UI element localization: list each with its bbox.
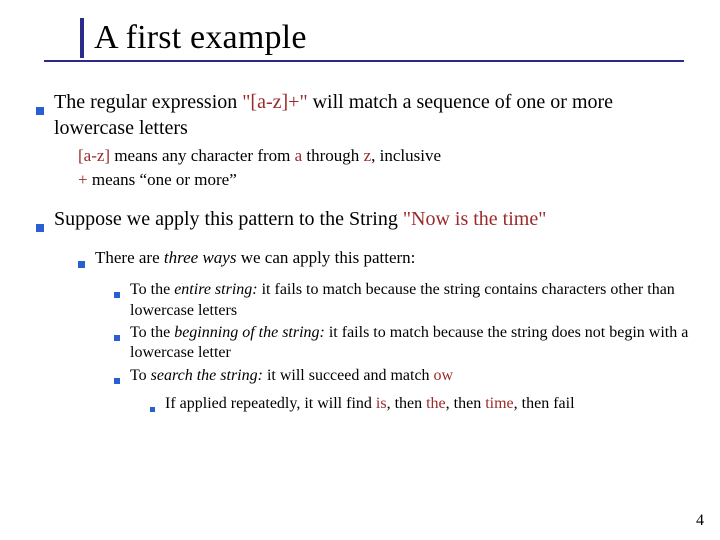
text: To the xyxy=(130,281,174,298)
text: If applied repeatedly, it will find xyxy=(165,395,376,412)
code-literal: + xyxy=(78,170,88,189)
text: To the xyxy=(130,324,174,341)
bullet-2-text: Suppose we apply this pattern to the Str… xyxy=(54,207,692,233)
bullet-1-text: The regular expression "[a-z]+" will mat… xyxy=(54,90,692,141)
text: we can apply this pattern: xyxy=(236,248,415,267)
page-number: 4 xyxy=(696,512,704,530)
title-accent-bar xyxy=(80,18,84,58)
code-literal: time xyxy=(485,395,513,412)
code-literal: z xyxy=(364,146,372,165)
bullet-1a: [a-z] means any character from a through… xyxy=(78,145,692,167)
square-bullet-icon xyxy=(36,107,44,115)
square-bullet-icon xyxy=(36,224,44,232)
square-bullet-icon xyxy=(78,261,85,268)
text: , then fail xyxy=(514,395,575,412)
square-bullet-icon xyxy=(114,335,120,341)
text: There are xyxy=(95,248,164,267)
text: The regular expression xyxy=(54,91,242,113)
text: means “one or more” xyxy=(88,170,237,189)
text: through xyxy=(302,146,363,165)
bullet-2a1: To the entire string: it fails to match … xyxy=(114,280,692,321)
bullet-2a3i: If applied repeatedly, it will find is, … xyxy=(150,394,692,420)
text-emph: entire string: xyxy=(174,281,257,298)
text: To xyxy=(130,367,151,384)
text: means any character from xyxy=(110,146,295,165)
square-bullet-icon xyxy=(150,407,155,412)
code-literal: "Now is the time" xyxy=(403,208,547,230)
bullet-2a2: To the beginning of the string: it fails… xyxy=(114,323,692,364)
text-emph: beginning of the string: xyxy=(174,324,325,341)
text: Suppose we apply this pattern to the Str… xyxy=(54,208,403,230)
bullet-1: The regular expression "[a-z]+" will mat… xyxy=(36,90,692,191)
text-emph: search the string: xyxy=(151,367,263,384)
bullet-1b: + means “one or more” xyxy=(78,169,692,191)
slide: A first example The regular expression "… xyxy=(0,0,720,540)
code-literal: "[a-z]+" xyxy=(242,91,307,113)
bullet-1-sub: [a-z] means any character from a through… xyxy=(78,145,692,191)
title-underline xyxy=(44,60,684,62)
text: , then xyxy=(387,395,427,412)
text: , inclusive xyxy=(371,146,441,165)
bullet-2a: There are three ways we can apply this p… xyxy=(78,247,692,421)
text-emph: three ways xyxy=(164,248,237,267)
slide-content: The regular expression "[a-z]+" will mat… xyxy=(36,90,692,421)
code-literal: the xyxy=(426,395,446,412)
code-literal: ow xyxy=(434,367,454,384)
text: , then xyxy=(446,395,486,412)
text: it will succeed and match xyxy=(263,367,434,384)
bullet-2a-text: There are three ways we can apply this p… xyxy=(95,247,415,269)
code-literal: is xyxy=(376,395,387,412)
title-block: A first example xyxy=(80,18,692,58)
square-bullet-icon xyxy=(114,378,120,384)
square-bullet-icon xyxy=(114,292,120,298)
code-literal: [a-z] xyxy=(78,146,110,165)
bullet-2a3: To search the string: it will succeed an… xyxy=(114,366,692,421)
bullet-2: Suppose we apply this pattern to the Str… xyxy=(36,207,692,421)
slide-title: A first example xyxy=(94,19,307,57)
